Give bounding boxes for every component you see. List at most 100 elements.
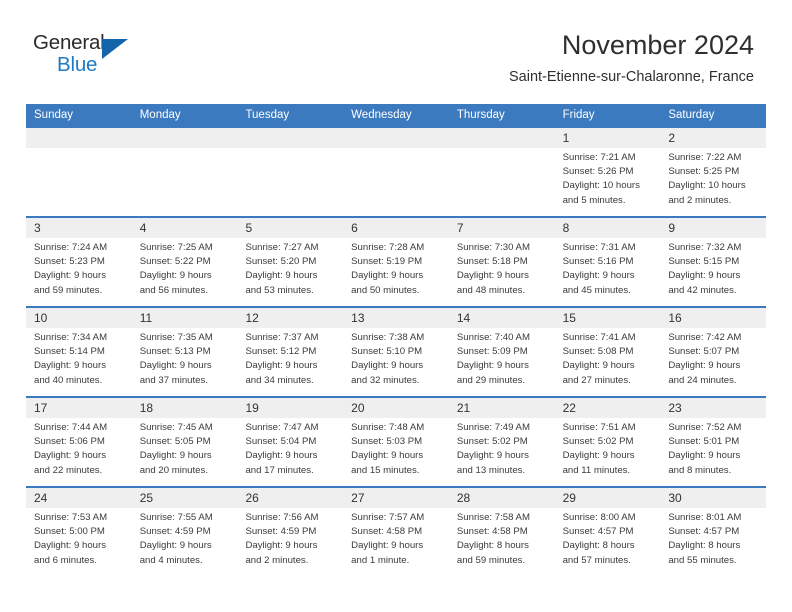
- day-number-23[interactable]: 23: [660, 398, 766, 418]
- day-number-21[interactable]: 21: [449, 398, 555, 418]
- day-detail-line: Sunset: 5:04 PM: [245, 436, 317, 448]
- day-detail-line: and 37 minutes.: [139, 374, 208, 386]
- day-number-28[interactable]: 28: [449, 488, 555, 508]
- day-detail-line: Daylight: 8 hours: [668, 540, 741, 552]
- day-detail-line: Sunrise: 7:40 AM: [456, 332, 530, 343]
- day-detail-line: Sunrise: 7:38 AM: [351, 332, 425, 343]
- day-number-empty: [132, 128, 238, 148]
- day-number-12[interactable]: 12: [237, 308, 343, 328]
- day-cell-1[interactable]: Sunrise: 7:21 AM Sunset: 5:26 PM Daylight:…: [555, 148, 661, 216]
- day-detail-line: Sunset: 5:25 PM: [668, 166, 740, 178]
- day-cell-7[interactable]: Sunrise: 7:30 AM Sunset: 5:18 PM Daylight:…: [449, 238, 555, 306]
- calendar-week-row: 10 11 12 13 14 15 16 Sunrise: 7:34 AM Sunset: 5:…: [26, 306, 766, 396]
- day-number-27[interactable]: 27: [343, 488, 449, 508]
- day-detail-line: Sunset: 5:12 PM: [245, 346, 317, 358]
- day-number-22[interactable]: 22: [555, 398, 661, 418]
- day-cell-26[interactable]: Sunrise: 7:56 AM Sunset: 4:59 PM Daylight:…: [237, 508, 343, 576]
- day-detail-line: Daylight: 9 hours: [245, 450, 318, 462]
- day-cell-18[interactable]: Sunrise: 7:45 AM Sunset: 5:05 PM Daylight:…: [132, 418, 238, 486]
- day-number-24[interactable]: 24: [26, 488, 132, 508]
- day-number-26[interactable]: 26: [237, 488, 343, 508]
- day-number-9[interactable]: 9: [660, 218, 766, 238]
- day-cell-5[interactable]: Sunrise: 7:27 AM Sunset: 5:20 PM Daylight:…: [237, 238, 343, 306]
- day-cell-12[interactable]: Sunrise: 7:37 AM Sunset: 5:12 PM Daylight:…: [237, 328, 343, 396]
- day-detail-line: Daylight: 9 hours: [34, 360, 106, 372]
- day-number-17[interactable]: 17: [26, 398, 132, 418]
- day-detail-line: Sunset: 4:59 PM: [139, 526, 211, 538]
- day-detail-line: and 20 minutes.: [139, 464, 208, 476]
- day-cell-15[interactable]: Sunrise: 7:41 AM Sunset: 5:08 PM Daylight:…: [555, 328, 661, 396]
- day-cell-11[interactable]: Sunrise: 7:35 AM Sunset: 5:13 PM Daylight:…: [132, 328, 238, 396]
- day-detail-line: Sunrise: 7:30 AM: [456, 242, 530, 253]
- day-number-3[interactable]: 3: [26, 218, 132, 238]
- day-cell-22[interactable]: Sunrise: 7:51 AM Sunset: 5:02 PM Daylight:…: [555, 418, 661, 486]
- day-number-7[interactable]: 7: [449, 218, 555, 238]
- day-detail-line: and 8 minutes.: [668, 464, 732, 476]
- day-number-4[interactable]: 4: [132, 218, 238, 238]
- day-detail-line: Sunrise: 7:56 AM: [245, 512, 319, 523]
- day-cell-2[interactable]: Sunrise: 7:22 AM Sunset: 5:25 PM Daylight:…: [660, 148, 766, 216]
- day-number-29[interactable]: 29: [555, 488, 661, 508]
- day-cell-empty: [237, 148, 343, 216]
- day-number-30[interactable]: 30: [660, 488, 766, 508]
- day-number-25[interactable]: 25: [132, 488, 238, 508]
- day-number-14[interactable]: 14: [449, 308, 555, 328]
- day-cell-20[interactable]: Sunrise: 7:48 AM Sunset: 5:03 PM Daylight:…: [343, 418, 449, 486]
- day-detail-line: Daylight: 9 hours: [139, 540, 212, 552]
- general-blue-logo[interactable]: General Blue: [33, 32, 153, 81]
- day-detail-line: Sunrise: 7:47 AM: [245, 422, 319, 433]
- day-detail-line: Sunset: 5:15 PM: [668, 256, 740, 268]
- day-cell-9[interactable]: Sunrise: 7:32 AM Sunset: 5:15 PM Daylight:…: [660, 238, 766, 306]
- day-number-15[interactable]: 15: [555, 308, 661, 328]
- calendar-week-row: 24 25 26 27 28 29 30 Sunrise: 7:53 AM Sunset: 5:…: [26, 486, 766, 576]
- day-cell-30[interactable]: Sunrise: 8:01 AM Sunset: 4:57 PM Daylight:…: [660, 508, 766, 576]
- day-cell-19[interactable]: Sunrise: 7:47 AM Sunset: 5:04 PM Daylight:…: [237, 418, 343, 486]
- day-detail-line: and 24 minutes.: [668, 374, 737, 386]
- day-cell-3[interactable]: Sunrise: 7:24 AM Sunset: 5:23 PM Daylight:…: [26, 238, 132, 306]
- day-cell-27[interactable]: Sunrise: 7:57 AM Sunset: 4:58 PM Daylight:…: [343, 508, 449, 576]
- day-number-6[interactable]: 6: [343, 218, 449, 238]
- day-detail-line: and 59 minutes.: [34, 284, 103, 296]
- day-number-5[interactable]: 5: [237, 218, 343, 238]
- day-number-8[interactable]: 8: [555, 218, 661, 238]
- day-cell-21[interactable]: Sunrise: 7:49 AM Sunset: 5:02 PM Daylight:…: [449, 418, 555, 486]
- day-detail-line: and 34 minutes.: [245, 374, 314, 386]
- day-cell-13[interactable]: Sunrise: 7:38 AM Sunset: 5:10 PM Daylight:…: [343, 328, 449, 396]
- day-number-16[interactable]: 16: [660, 308, 766, 328]
- day-cell-4[interactable]: Sunrise: 7:25 AM Sunset: 5:22 PM Daylight:…: [132, 238, 238, 306]
- day-cell-24[interactable]: Sunrise: 7:53 AM Sunset: 5:00 PM Daylight:…: [26, 508, 132, 576]
- day-cell-28[interactable]: Sunrise: 7:58 AM Sunset: 4:58 PM Daylight:…: [449, 508, 555, 576]
- day-cell-16[interactable]: Sunrise: 7:42 AM Sunset: 5:07 PM Daylight:…: [660, 328, 766, 396]
- day-number-10[interactable]: 10: [26, 308, 132, 328]
- day-number-1[interactable]: 1: [555, 128, 661, 148]
- calendar-week-row: 17 18 19 20 21 22 23 Sunrise: 7:44 AM Sunset: 5:…: [26, 396, 766, 486]
- day-detail-line: Sunrise: 7:41 AM: [562, 332, 636, 343]
- day-detail-line: Sunset: 5:01 PM: [668, 436, 740, 448]
- day-number-2[interactable]: 2: [660, 128, 766, 148]
- day-cell-29[interactable]: Sunrise: 8:00 AM Sunset: 4:57 PM Daylight:…: [555, 508, 661, 576]
- day-cell-10[interactable]: Sunrise: 7:34 AM Sunset: 5:14 PM Daylight:…: [26, 328, 132, 396]
- day-cell-17[interactable]: Sunrise: 7:44 AM Sunset: 5:06 PM Daylight:…: [26, 418, 132, 486]
- day-cell-8[interactable]: Sunrise: 7:31 AM Sunset: 5:16 PM Daylight:…: [555, 238, 661, 306]
- calendar-week-row: 1 2 Sunrise: 7:21 AM Sunset: 5:26 PM Dayligh…: [26, 126, 766, 216]
- day-detail-line: Sunrise: 7:57 AM: [351, 512, 425, 523]
- day-detail-line: Sunrise: 7:32 AM: [668, 242, 742, 253]
- day-number-empty: [26, 128, 132, 148]
- day-detail-line: and 4 minutes.: [139, 554, 203, 566]
- day-number-11[interactable]: 11: [132, 308, 238, 328]
- day-cell-14[interactable]: Sunrise: 7:40 AM Sunset: 5:09 PM Daylight:…: [449, 328, 555, 396]
- day-detail-line: Sunset: 5:26 PM: [562, 166, 634, 178]
- week-daynumber-band: 3456789: [26, 218, 766, 238]
- day-number-13[interactable]: 13: [343, 308, 449, 328]
- day-number-20[interactable]: 20: [343, 398, 449, 418]
- day-cell-6[interactable]: Sunrise: 7:28 AM Sunset: 5:19 PM Daylight:…: [343, 238, 449, 306]
- day-detail-line: Sunset: 5:19 PM: [351, 256, 423, 268]
- day-cell-23[interactable]: Sunrise: 7:52 AM Sunset: 5:01 PM Daylight:…: [660, 418, 766, 486]
- day-number-18[interactable]: 18: [132, 398, 238, 418]
- day-cell-25[interactable]: Sunrise: 7:55 AM Sunset: 4:59 PM Daylight:…: [132, 508, 238, 576]
- day-detail-line: Sunset: 4:58 PM: [351, 526, 423, 538]
- day-detail-line: and 22 minutes.: [34, 464, 103, 476]
- day-detail-line: and 42 minutes.: [668, 284, 737, 296]
- day-number-19[interactable]: 19: [237, 398, 343, 418]
- day-detail-line: and 48 minutes.: [456, 284, 526, 296]
